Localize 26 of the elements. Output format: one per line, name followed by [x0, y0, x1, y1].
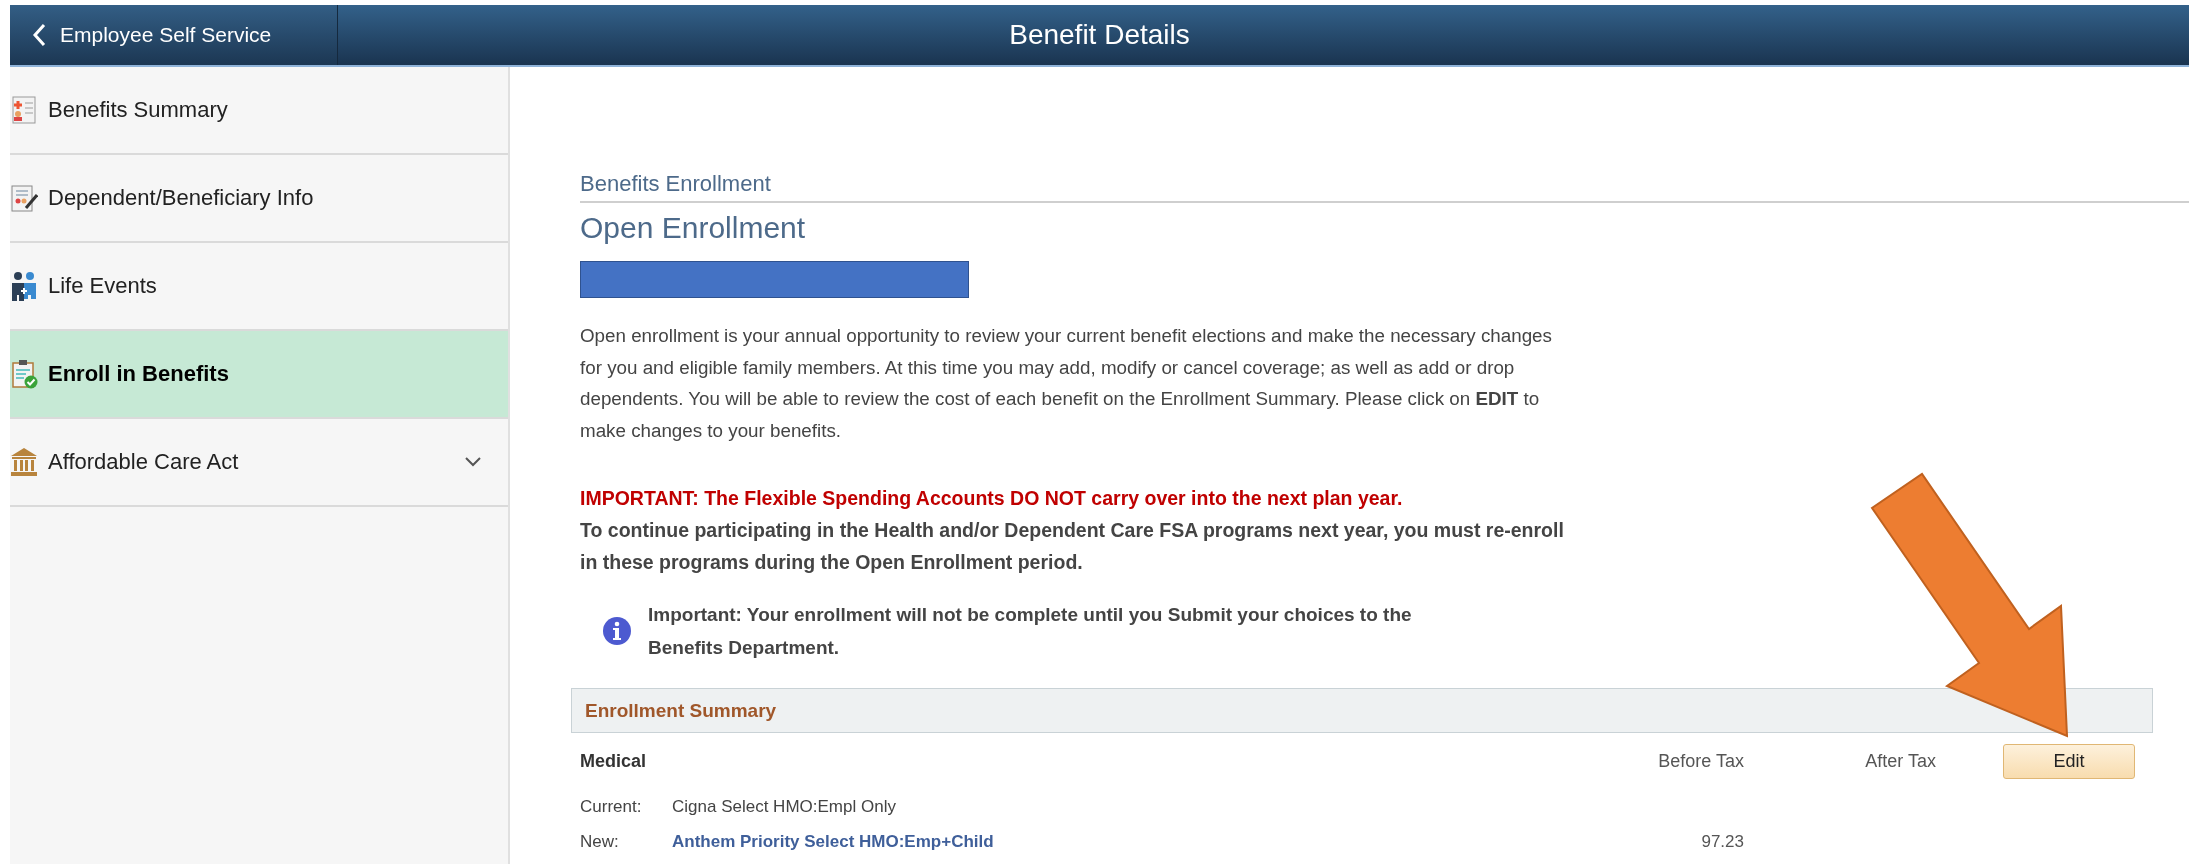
plan-link[interactable]: Anthem Priority Select HMO:Emp+Child [672, 831, 1614, 852]
edit-button[interactable]: Edit [2003, 743, 2135, 779]
row-label: New: [580, 831, 620, 852]
column-header: After Tax [1864, 750, 1936, 772]
amount: 97.23 [1700, 831, 1744, 852]
info-message: Important: Your enrollment will not be complete until you Submit your choices to the Benefits Department. [648, 603, 1413, 661]
chevron-left-icon [32, 23, 46, 47]
column-header: Before Tax [1657, 750, 1744, 772]
sidebar-item[interactable]: Enroll in Benefits [10, 331, 508, 419]
warning-note: To continue participating in the Health and/or Dependent Care FSA programs next year, you must re-enroll in these programs during the Open Enrollment period. [580, 518, 1565, 576]
page-title: Benefit Details [1009, 19, 1190, 51]
back-button[interactable]: Employee Self Service [10, 5, 338, 65]
benefit-name: Medical [580, 750, 648, 772]
page-heading: Open Enrollment [580, 211, 807, 245]
section-heading: Benefits Enrollment [580, 171, 2189, 203]
sidebar-item[interactable]: Affordable Care Act [10, 419, 508, 507]
intro-paragraph: Open enrollment is your annual opportunity to review your current benefit elections and make the necessary changes for you and eligible family members. At this time you may add, modify or cancel coverage; as well as add or drop dependents. You will be able to review the cost of each benefit on the Enrollment Summary. Please click on EDIT to make changes to your benefits. [580, 324, 1553, 443]
clipboard-check-icon [10, 359, 38, 389]
info-icon [602, 616, 632, 647]
plan-name: Cigna Select HMO:Empl Only [672, 796, 897, 817]
row-label: Current: [580, 796, 643, 817]
building-icon [10, 447, 38, 477]
summary-header: Enrollment Summary [571, 688, 2153, 734]
warning-text: IMPORTANT: The Flexible Spending Accounts DO NOT carry over into the next plan year. [580, 486, 1404, 512]
sidebar-item[interactable]: Dependent/Beneficiary Info [10, 155, 508, 243]
sidebar-item[interactable]: Benefits Summary [10, 67, 508, 155]
